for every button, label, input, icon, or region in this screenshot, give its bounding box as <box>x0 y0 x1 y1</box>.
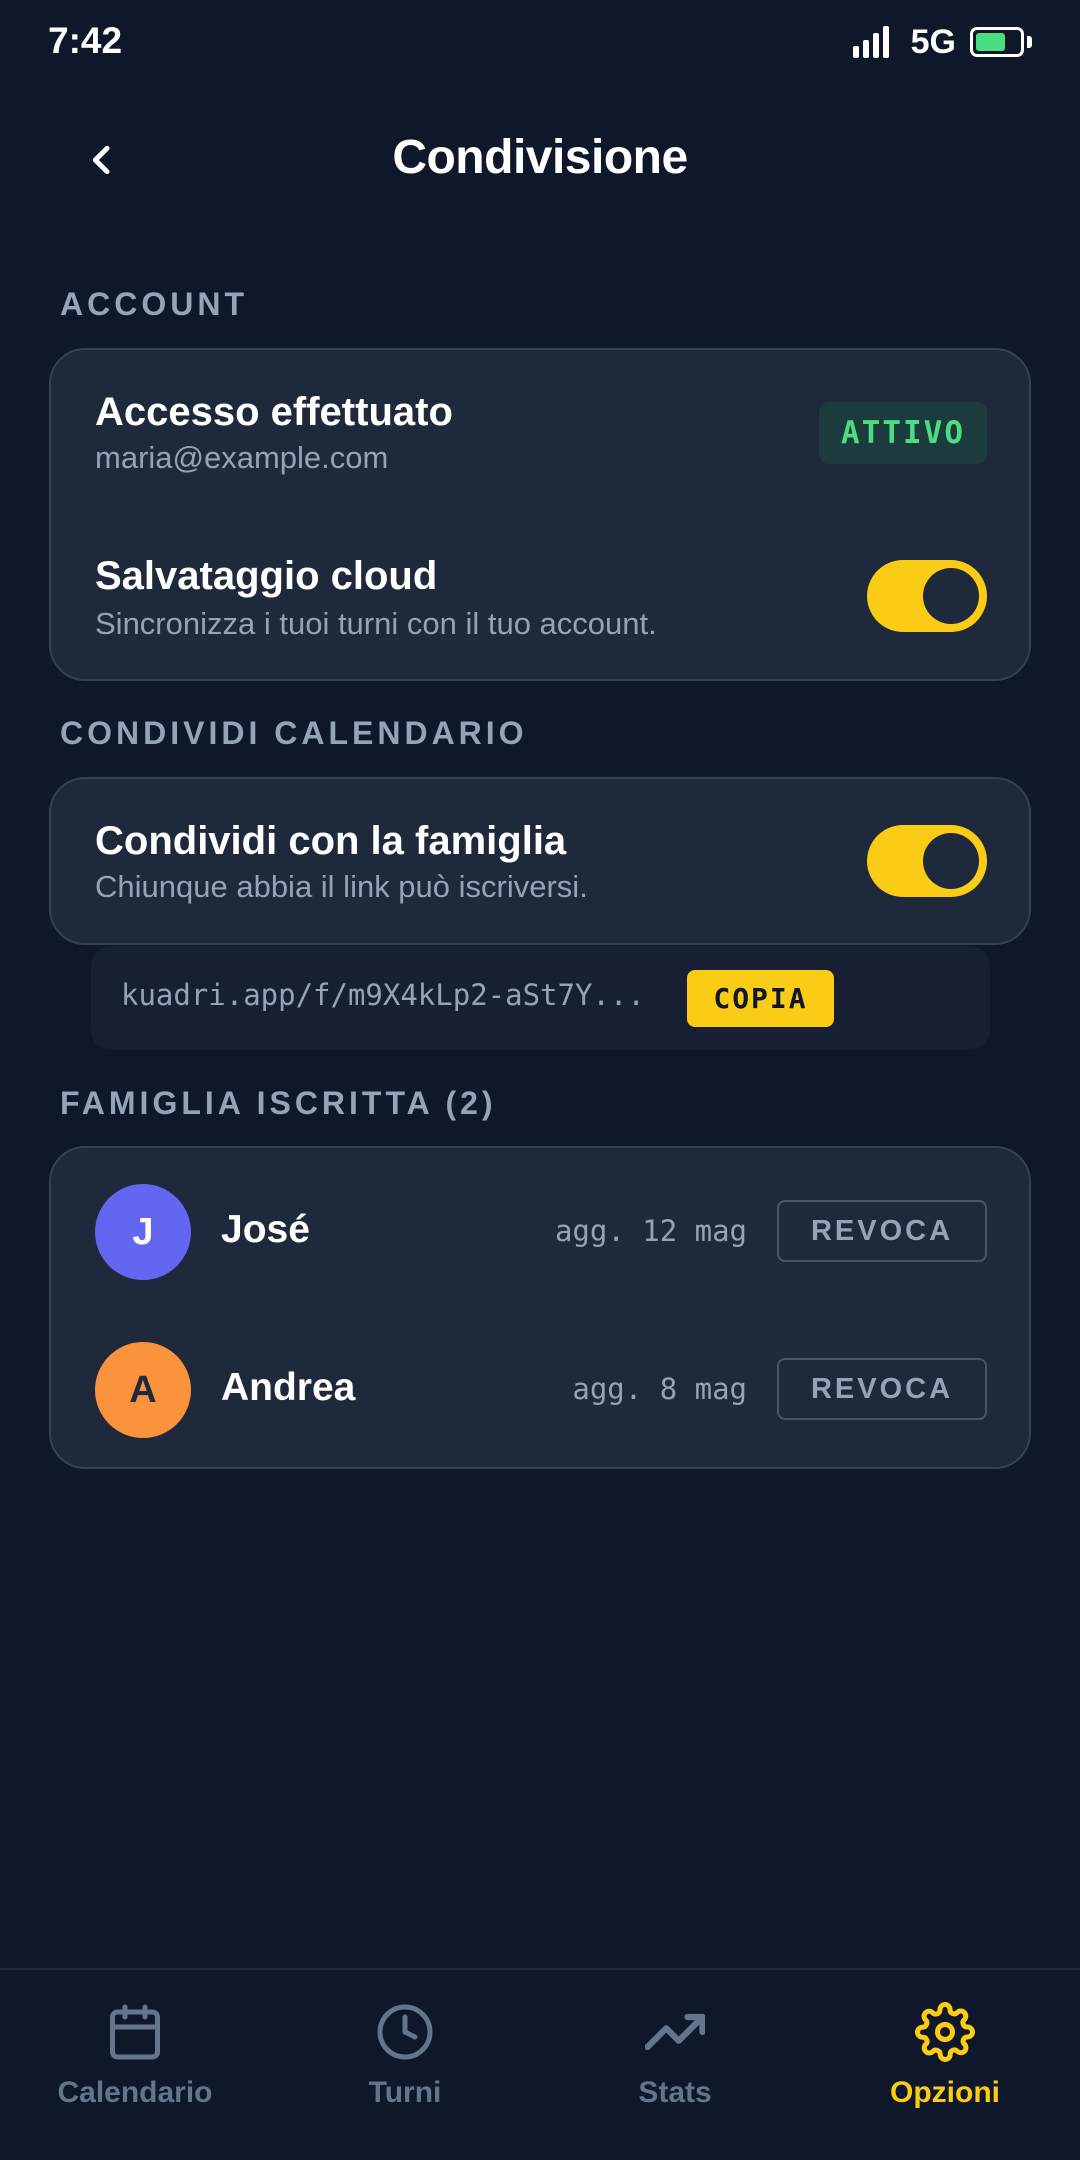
family-share-toggle[interactable] <box>867 825 987 897</box>
account-email: maria@example.com <box>95 440 389 475</box>
section-label-share: CONDIVIDI CALENDARIO <box>60 715 528 751</box>
avatar: A <box>95 1342 191 1438</box>
family-share-subtitle: Chiunque abbia il link può iscriversi. <box>95 869 588 904</box>
cloud-save-subtitle: Sincronizza i tuoi turni con il tuo acco… <box>95 606 657 641</box>
toggle-knob <box>923 833 979 889</box>
page-title: Condivisione <box>392 131 688 184</box>
gear-icon <box>915 2002 975 2062</box>
network-type: 5G <box>910 22 956 61</box>
nav-label: Opzioni <box>890 2076 1000 2109</box>
share-link-box: kuadri.app/f/m9X4kLp2-aSt7Y... COPIA <box>91 946 990 1050</box>
bottom-nav: Calendario Turni Stats Opzioni <box>0 1968 1080 2160</box>
revoke-button[interactable]: REVOCA <box>777 1358 987 1420</box>
section-label-family: FAMIGLIA ISCRITTA (2) <box>60 1085 497 1121</box>
status-indicators: 5G <box>852 22 1032 62</box>
sharing-screen: 7:42 5G Condivisione ACCOUNT Accesso eff… <box>0 0 1080 2160</box>
nav-item-stats[interactable]: Stats <box>540 1970 810 2160</box>
member-updated: agg. 8 mag <box>572 1372 747 1406</box>
family-share-title: Condividi con la famiglia <box>95 819 567 863</box>
avatar: J <box>95 1184 191 1280</box>
trending-up-icon <box>645 2013 705 2051</box>
cloud-save-title: Salvataggio cloud <box>95 554 438 598</box>
family-members-card: J José agg. 12 mag REVOCA A Andrea agg. … <box>49 1146 1031 1469</box>
revoke-button[interactable]: REVOCA <box>777 1200 987 1262</box>
status-badge: ATTIVO <box>819 402 987 464</box>
member-name: José <box>221 1208 310 1251</box>
nav-label: Calendario <box>57 2076 213 2109</box>
signal-icon <box>852 26 889 58</box>
account-card: Accesso effettuato maria@example.com ATT… <box>49 348 1031 681</box>
battery-nub <box>1027 36 1032 48</box>
nav-item-calendario[interactable]: Calendario <box>0 1970 270 2160</box>
nav-label: Turni <box>368 2076 442 2109</box>
share-card: Condividi con la famiglia Chiunque abbia… <box>49 777 1031 945</box>
calendar-icon <box>110 2004 160 2060</box>
battery-level <box>976 33 1005 51</box>
clock-icon <box>377 2004 433 2060</box>
toggle-knob <box>923 568 979 624</box>
section-label-account: ACCOUNT <box>60 286 248 322</box>
battery-icon <box>970 27 1024 57</box>
status-time: 7:42 <box>48 20 123 61</box>
nav-item-opzioni[interactable]: Opzioni <box>810 1970 1080 2160</box>
cloud-save-toggle[interactable] <box>867 560 987 632</box>
copy-link-button[interactable]: COPIA <box>687 970 834 1027</box>
nav-item-turni[interactable]: Turni <box>270 1970 540 2160</box>
status-bar: 7:42 5G <box>0 0 1080 84</box>
member-updated: agg. 12 mag <box>554 1214 747 1248</box>
share-link[interactable]: kuadri.app/f/m9X4kLp2-aSt7Y... <box>121 978 645 1012</box>
nav-label: Stats <box>638 2076 712 2109</box>
member-name: Andrea <box>221 1366 356 1409</box>
login-title: Accesso effettuato <box>95 390 453 434</box>
